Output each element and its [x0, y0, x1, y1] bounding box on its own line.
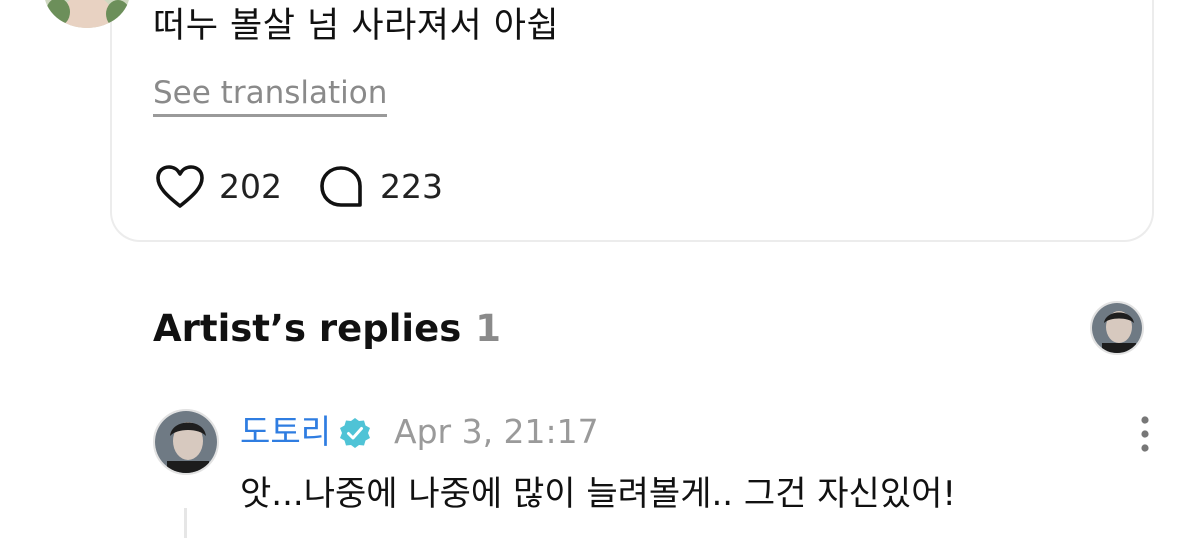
- verified-badge-icon: [340, 418, 370, 448]
- section-title: Artist’s replies 1: [153, 305, 501, 353]
- reply-author-name[interactable]: 도토리: [240, 410, 331, 454]
- artist-replies-title: Artist’s replies: [153, 307, 462, 350]
- reply-author-avatar[interactable]: [153, 409, 219, 475]
- comment-count: 223: [380, 167, 443, 206]
- more-vertical-icon[interactable]: [1132, 414, 1158, 454]
- like-count: 202: [219, 167, 282, 206]
- post-text: 떠누 볼살 넘 사라져서 아쉽: [153, 6, 560, 46]
- reply-timestamp: Apr 3, 21:17: [394, 412, 599, 451]
- comment-bubble-icon[interactable]: [318, 164, 364, 210]
- see-translation-link[interactable]: See translation: [153, 72, 388, 117]
- artist-avatar[interactable]: [1090, 301, 1144, 355]
- heart-icon[interactable]: [155, 164, 205, 210]
- artist-replies-count: 1: [475, 307, 501, 350]
- thread-line: [184, 508, 187, 538]
- reply-text: 앗...나중에 나중에 많이 늘려볼게.. 그건 자신있어!: [240, 474, 957, 514]
